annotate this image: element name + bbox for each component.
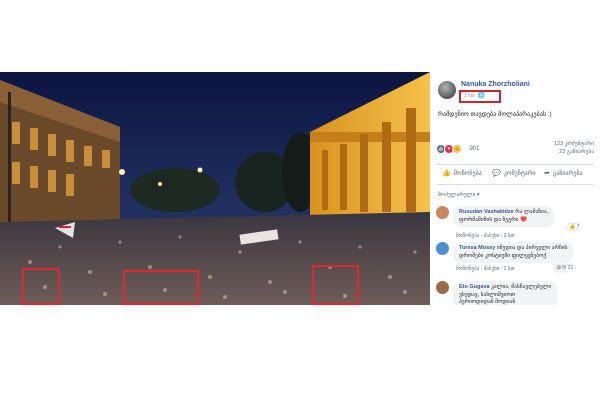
facebook-post-screenshot: Nanuka Zhorzholiani 2 სთ 🌐 რამდენიო თავდე…: [0, 72, 600, 305]
globe-icon: 🌐: [477, 93, 486, 99]
comment-text-line-1: იმედია და პირველი არჩის: [496, 245, 568, 251]
comment-reaction-badge[interactable]: 😆😢 21: [554, 265, 576, 271]
like-label: მოწონება: [453, 171, 482, 177]
commenter-name[interactable]: Eto Gugava: [459, 284, 490, 290]
share-label: გაზიარება: [552, 171, 583, 177]
comment-label: კომენტარი: [503, 171, 536, 177]
comment-text-line-2: ვხედავ, სახლიშვიოთ: [459, 291, 516, 298]
reaction-count: 901: [469, 145, 480, 152]
commenter-avatar[interactable]: [436, 206, 449, 219]
share-button[interactable]: ➦ გაზიარება: [544, 168, 583, 180]
comment-bubble: Eto Gugava კალია, მასწავლებელი ვხედავ, ს…: [453, 281, 558, 305]
comments-count[interactable]: 123 კომენტარი: [554, 140, 594, 148]
actions-bottom-divider: [436, 184, 594, 185]
highlight-box-right: [312, 265, 359, 305]
like-icon: 👍: [442, 170, 451, 177]
highlight-box-left: [22, 268, 60, 305]
commenter-name[interactable]: Rusudan Vashakidze: [459, 209, 514, 215]
comment-text-line-2: დროშები კოსტიუმი ფილყვნებოქ: [459, 252, 547, 259]
comment-actions[interactable]: მოწონება · პასუხი · 2 სთ: [456, 266, 515, 272]
post-timestamp-highlight[interactable]: 2 სთ 🌐: [459, 90, 501, 103]
comment-text-line-1: რა ლამაზია,: [515, 209, 549, 215]
share-icon: ➦: [544, 170, 550, 177]
actions-top-divider: [436, 164, 594, 165]
highlight-box-center: [123, 270, 199, 305]
comment-bubble: Toresa Mossy იმედია და პირველი არჩის დრო…: [453, 242, 574, 263]
comment-icon: 💬: [492, 170, 501, 177]
post-time: 2 სთ: [464, 93, 475, 99]
shares-count[interactable]: 23 გაზიარება: [554, 148, 594, 156]
comment-text-line-3: პერიოდიდან მოდიან: [459, 299, 516, 305]
reaction-summary[interactable]: 👍 ♥ ☺ 901: [436, 140, 480, 154]
commenter-avatar[interactable]: [436, 281, 449, 294]
comment-reaction-badge[interactable]: 👍 7: [567, 224, 582, 230]
comment-text-line-1: კალია, მასწავლებელი: [491, 284, 552, 290]
author-avatar[interactable]: [438, 81, 456, 99]
commenter-name[interactable]: Toresa Mossy: [459, 245, 495, 251]
comment-reaction-count: 21: [567, 265, 574, 271]
protest-crowd-photo: [0, 72, 430, 305]
comment-button[interactable]: 💬 კომენტარი: [492, 168, 536, 180]
comment-bubble: Rusudan Vashakidze რა ლამაზია, ფორმაშინი…: [453, 206, 555, 227]
comment-text-line-2: ფორმაშინის და ზეგრი ❤️: [459, 216, 527, 223]
author-name[interactable]: Nanuka Zhorzholiani: [461, 81, 530, 88]
post-caption: რამდენიო თავდება მოლაპარაკებას :): [438, 111, 552, 118]
commenter-avatar[interactable]: [436, 242, 449, 255]
haha-reaction-icon: ☺: [452, 143, 462, 154]
post-actions: 👍 მოწონება 💬 კომენტარი ➦ გაზიარება: [430, 168, 600, 182]
post-stats: 123 კომენტარი 23 გაზიარება: [554, 140, 594, 156]
post-sidebar: Nanuka Zhorzholiani 2 სთ 🌐 რამდენიო თავდე…: [430, 72, 600, 305]
post-photo[interactable]: [0, 72, 430, 305]
like-button[interactable]: 👍 მოწონება: [442, 168, 482, 180]
comment-sort-dropdown[interactable]: პოპულარული ▾: [438, 192, 480, 198]
comment-actions[interactable]: მოწონება · პასუხი · 2 სთ: [456, 233, 515, 239]
comment-reaction-count: 7: [576, 224, 580, 230]
